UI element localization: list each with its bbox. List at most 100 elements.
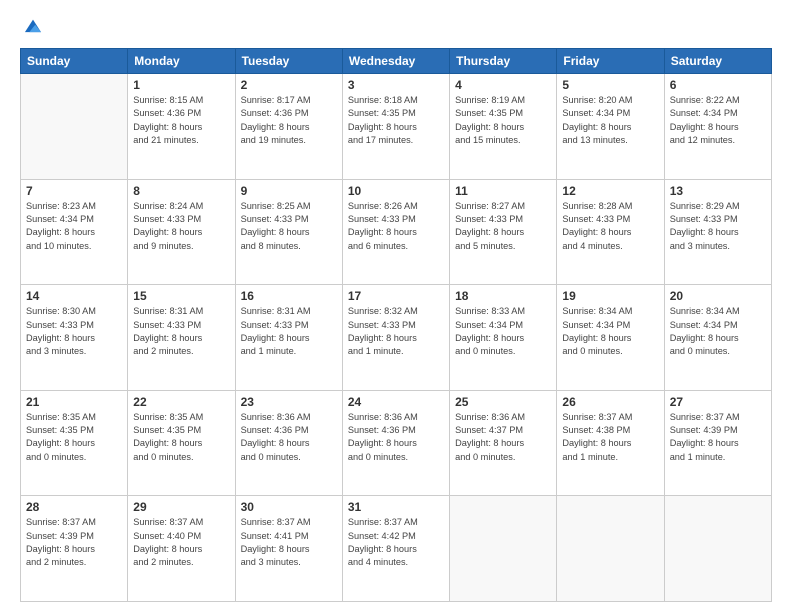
day-info: Sunrise: 8:25 AMSunset: 4:33 PMDaylight:… <box>241 200 337 253</box>
day-number: 4 <box>455 78 551 92</box>
calendar-cell <box>664 496 771 602</box>
logo <box>20 18 44 38</box>
day-info: Sunrise: 8:36 AMSunset: 4:36 PMDaylight:… <box>348 411 444 464</box>
day-number: 21 <box>26 395 122 409</box>
day-info: Sunrise: 8:26 AMSunset: 4:33 PMDaylight:… <box>348 200 444 253</box>
day-info: Sunrise: 8:31 AMSunset: 4:33 PMDaylight:… <box>133 305 229 358</box>
weekday-monday: Monday <box>128 49 235 74</box>
day-number: 11 <box>455 184 551 198</box>
day-info: Sunrise: 8:19 AMSunset: 4:35 PMDaylight:… <box>455 94 551 147</box>
calendar: SundayMondayTuesdayWednesdayThursdayFrid… <box>20 48 772 602</box>
calendar-cell: 2 Sunrise: 8:17 AMSunset: 4:36 PMDaylight… <box>235 74 342 180</box>
calendar-cell: 21 Sunrise: 8:35 AMSunset: 4:35 PMDayligh… <box>21 390 128 496</box>
day-info: Sunrise: 8:35 AMSunset: 4:35 PMDaylight:… <box>26 411 122 464</box>
day-number: 29 <box>133 500 229 514</box>
day-number: 27 <box>670 395 766 409</box>
week-row-1: 7Sunrise: 8:23 AMSunset: 4:34 PMDaylight… <box>21 179 772 285</box>
day-info: Sunrise: 8:33 AMSunset: 4:34 PMDaylight:… <box>455 305 551 358</box>
calendar-cell: 22 Sunrise: 8:35 AMSunset: 4:35 PMDayligh… <box>128 390 235 496</box>
calendar-cell: 28 Sunrise: 8:37 AMSunset: 4:39 PMDayligh… <box>21 496 128 602</box>
calendar-cell: 29 Sunrise: 8:37 AMSunset: 4:40 PMDayligh… <box>128 496 235 602</box>
calendar-cell: 5 Sunrise: 8:20 AMSunset: 4:34 PMDaylight… <box>557 74 664 180</box>
weekday-thursday: Thursday <box>450 49 557 74</box>
calendar-cell <box>450 496 557 602</box>
day-info: Sunrise: 8:15 AMSunset: 4:36 PMDaylight:… <box>133 94 229 147</box>
day-number: 10 <box>348 184 444 198</box>
day-number: 14 <box>26 289 122 303</box>
day-info: Sunrise: 8:28 AMSunset: 4:33 PMDaylight:… <box>562 200 658 253</box>
day-info: Sunrise: 8:36 AMSunset: 4:37 PMDaylight:… <box>455 411 551 464</box>
calendar-cell: 16Sunrise: 8:31 AMSunset: 4:33 PMDayligh… <box>235 285 342 391</box>
calendar-cell: 1 Sunrise: 8:15 AMSunset: 4:36 PMDaylight… <box>128 74 235 180</box>
day-number: 13 <box>670 184 766 198</box>
calendar-cell: 24 Sunrise: 8:36 AMSunset: 4:36 PMDayligh… <box>342 390 449 496</box>
day-number: 23 <box>241 395 337 409</box>
calendar-cell: 3 Sunrise: 8:18 AMSunset: 4:35 PMDaylight… <box>342 74 449 180</box>
calendar-cell: 15 Sunrise: 8:31 AMSunset: 4:33 PMDayligh… <box>128 285 235 391</box>
day-number: 19 <box>562 289 658 303</box>
calendar-cell: 4 Sunrise: 8:19 AMSunset: 4:35 PMDaylight… <box>450 74 557 180</box>
day-number: 17 <box>348 289 444 303</box>
calendar-cell: 26 Sunrise: 8:37 AMSunset: 4:38 PMDayligh… <box>557 390 664 496</box>
day-number: 5 <box>562 78 658 92</box>
day-info: Sunrise: 8:32 AMSunset: 4:33 PMDaylight:… <box>348 305 444 358</box>
day-number: 22 <box>133 395 229 409</box>
day-number: 9 <box>241 184 337 198</box>
weekday-tuesday: Tuesday <box>235 49 342 74</box>
day-info: Sunrise: 8:20 AMSunset: 4:34 PMDaylight:… <box>562 94 658 147</box>
day-number: 28 <box>26 500 122 514</box>
day-info: Sunrise: 8:37 AMSunset: 4:42 PMDaylight:… <box>348 516 444 569</box>
day-info: Sunrise: 8:37 AMSunset: 4:38 PMDaylight:… <box>562 411 658 464</box>
day-number: 8 <box>133 184 229 198</box>
day-number: 26 <box>562 395 658 409</box>
calendar-cell: 7Sunrise: 8:23 AMSunset: 4:34 PMDaylight… <box>21 179 128 285</box>
week-row-0: 1 Sunrise: 8:15 AMSunset: 4:36 PMDaylight… <box>21 74 772 180</box>
day-number: 24 <box>348 395 444 409</box>
weekday-wednesday: Wednesday <box>342 49 449 74</box>
day-info: Sunrise: 8:18 AMSunset: 4:35 PMDaylight:… <box>348 94 444 147</box>
calendar-cell: 19 Sunrise: 8:34 AMSunset: 4:34 PMDayligh… <box>557 285 664 391</box>
day-number: 15 <box>133 289 229 303</box>
day-info: Sunrise: 8:34 AMSunset: 4:34 PMDaylight:… <box>562 305 658 358</box>
calendar-cell: 11 Sunrise: 8:27 AMSunset: 4:33 PMDayligh… <box>450 179 557 285</box>
day-number: 16 <box>241 289 337 303</box>
day-info: Sunrise: 8:36 AMSunset: 4:36 PMDaylight:… <box>241 411 337 464</box>
day-info: Sunrise: 8:35 AMSunset: 4:35 PMDaylight:… <box>133 411 229 464</box>
day-info: Sunrise: 8:27 AMSunset: 4:33 PMDaylight:… <box>455 200 551 253</box>
calendar-cell <box>21 74 128 180</box>
day-info: Sunrise: 8:23 AMSunset: 4:34 PMDaylight:… <box>26 200 122 253</box>
day-number: 2 <box>241 78 337 92</box>
day-info: Sunrise: 8:37 AMSunset: 4:41 PMDaylight:… <box>241 516 337 569</box>
day-number: 1 <box>133 78 229 92</box>
week-row-4: 28 Sunrise: 8:37 AMSunset: 4:39 PMDayligh… <box>21 496 772 602</box>
page: SundayMondayTuesdayWednesdayThursdayFrid… <box>0 0 792 612</box>
day-number: 6 <box>670 78 766 92</box>
calendar-cell: 17 Sunrise: 8:32 AMSunset: 4:33 PMDayligh… <box>342 285 449 391</box>
week-row-2: 14 Sunrise: 8:30 AMSunset: 4:33 PMDayligh… <box>21 285 772 391</box>
day-info: Sunrise: 8:17 AMSunset: 4:36 PMDaylight:… <box>241 94 337 147</box>
calendar-cell: 14 Sunrise: 8:30 AMSunset: 4:33 PMDayligh… <box>21 285 128 391</box>
calendar-cell: 23 Sunrise: 8:36 AMSunset: 4:36 PMDayligh… <box>235 390 342 496</box>
day-info: Sunrise: 8:34 AMSunset: 4:34 PMDaylight:… <box>670 305 766 358</box>
day-number: 20 <box>670 289 766 303</box>
calendar-cell: 25 Sunrise: 8:36 AMSunset: 4:37 PMDayligh… <box>450 390 557 496</box>
weekday-header-row: SundayMondayTuesdayWednesdayThursdayFrid… <box>21 49 772 74</box>
week-row-3: 21 Sunrise: 8:35 AMSunset: 4:35 PMDayligh… <box>21 390 772 496</box>
day-info: Sunrise: 8:37 AMSunset: 4:39 PMDaylight:… <box>670 411 766 464</box>
day-info: Sunrise: 8:30 AMSunset: 4:33 PMDaylight:… <box>26 305 122 358</box>
day-number: 18 <box>455 289 551 303</box>
calendar-cell: 20 Sunrise: 8:34 AMSunset: 4:34 PMDayligh… <box>664 285 771 391</box>
day-number: 12 <box>562 184 658 198</box>
calendar-cell: 30Sunrise: 8:37 AMSunset: 4:41 PMDayligh… <box>235 496 342 602</box>
weekday-sunday: Sunday <box>21 49 128 74</box>
day-number: 3 <box>348 78 444 92</box>
day-number: 31 <box>348 500 444 514</box>
calendar-cell: 31 Sunrise: 8:37 AMSunset: 4:42 PMDayligh… <box>342 496 449 602</box>
calendar-cell: 10 Sunrise: 8:26 AMSunset: 4:33 PMDayligh… <box>342 179 449 285</box>
calendar-cell: 27 Sunrise: 8:37 AMSunset: 4:39 PMDayligh… <box>664 390 771 496</box>
day-number: 25 <box>455 395 551 409</box>
day-info: Sunrise: 8:37 AMSunset: 4:39 PMDaylight:… <box>26 516 122 569</box>
logo-icon <box>22 16 44 38</box>
calendar-cell: 13Sunrise: 8:29 AMSunset: 4:33 PMDayligh… <box>664 179 771 285</box>
day-info: Sunrise: 8:37 AMSunset: 4:40 PMDaylight:… <box>133 516 229 569</box>
